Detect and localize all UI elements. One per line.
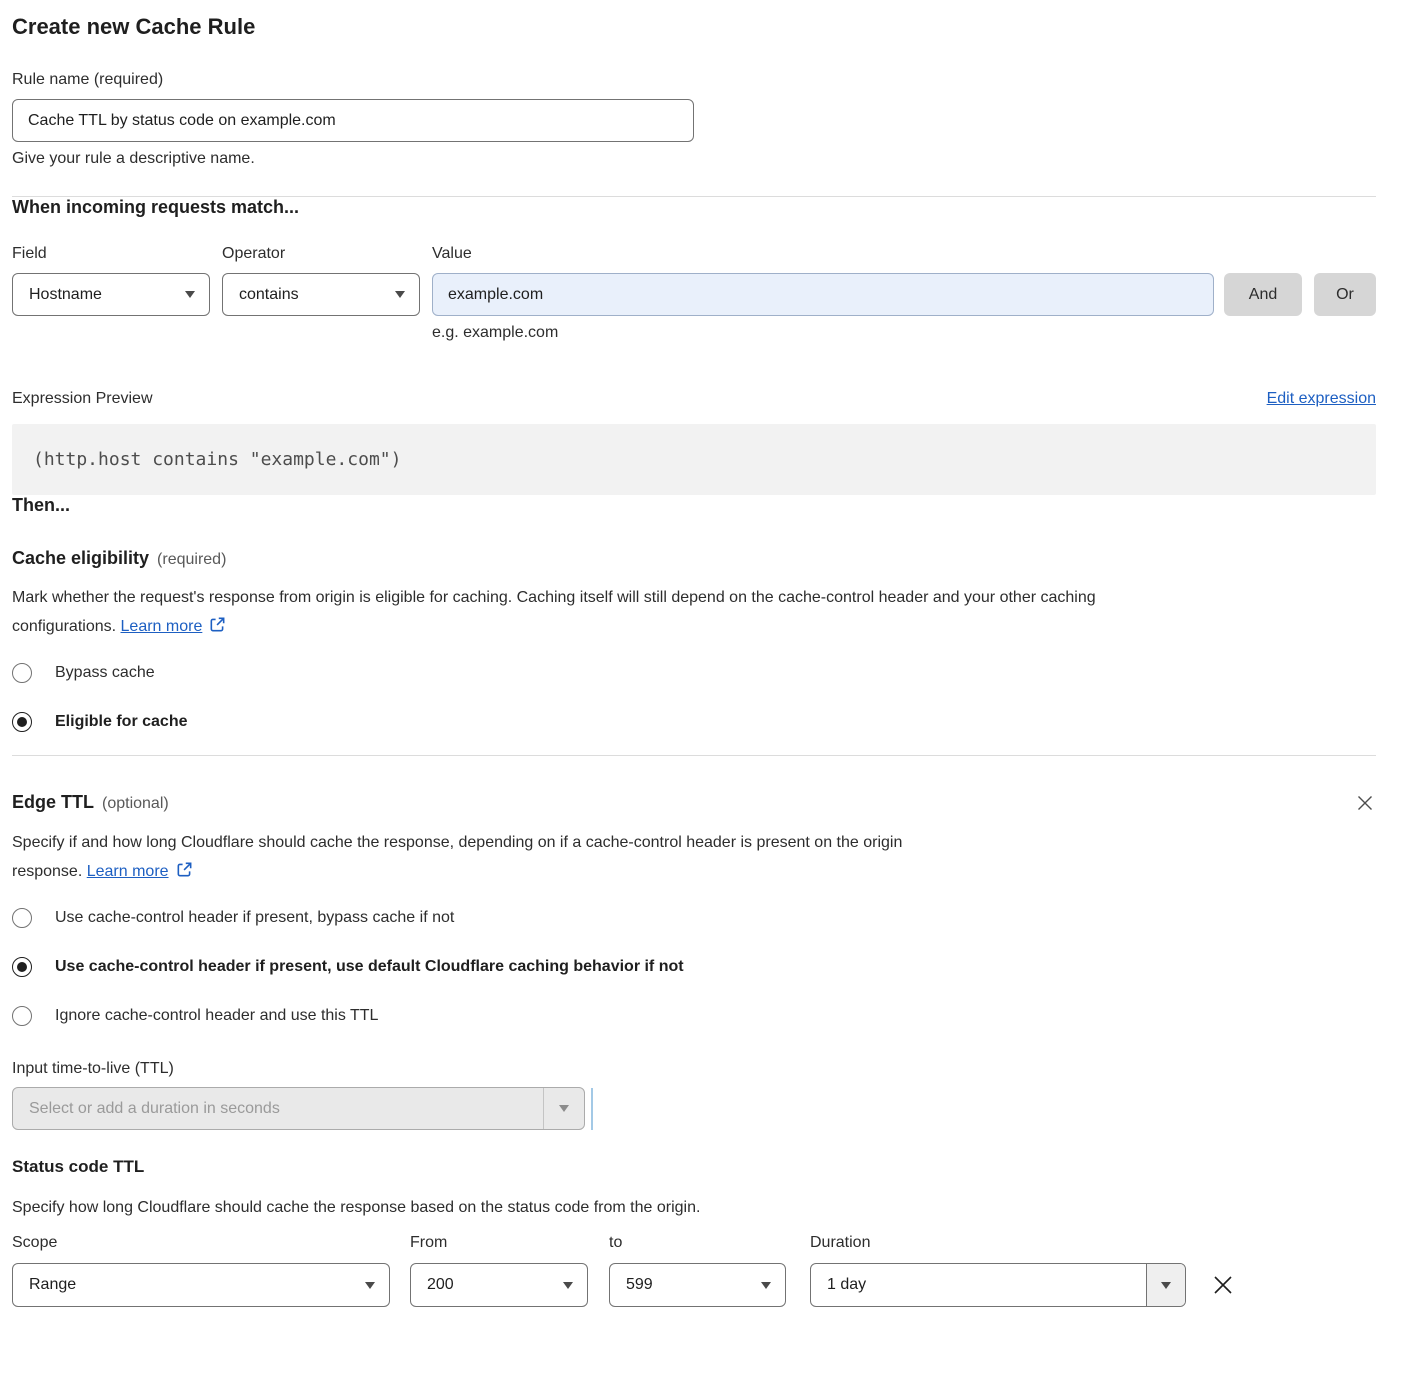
description-line: Specify if and how long Cloudflare shoul… (12, 828, 1376, 857)
duration-column: Duration 1 day (810, 1233, 1186, 1307)
scope-column: Scope Range (12, 1233, 390, 1307)
and-button[interactable]: And (1224, 273, 1302, 316)
external-link-icon (176, 861, 193, 878)
chevron-down-icon (761, 1282, 771, 1289)
radio-label: Bypass cache (55, 664, 155, 682)
radio-icon (12, 663, 32, 683)
text-cursor (591, 1088, 593, 1130)
operator-select-value: contains (239, 286, 299, 304)
from-label: From (410, 1233, 588, 1252)
radio-eligible-for-cache[interactable]: Eligible for cache (12, 712, 1376, 732)
radio-ignore-header[interactable]: Ignore cache-control header and use this… (12, 1006, 1376, 1026)
match-row: Field Hostname Operator contains Value e… (12, 244, 1376, 342)
edit-expression-link[interactable]: Edit expression (1267, 390, 1376, 408)
radio-label: Eligible for cache (55, 713, 187, 731)
ttl-duration-select[interactable]: Select or add a duration in seconds (12, 1087, 585, 1130)
rule-name-group: Rule name (required) Give your rule a de… (12, 70, 1376, 168)
chevron-down-icon (563, 1282, 573, 1289)
close-icon[interactable] (1354, 792, 1376, 814)
rule-name-help: Give your rule a descriptive name. (12, 150, 1376, 168)
rule-name-input[interactable] (12, 99, 694, 142)
scope-label: Scope (12, 1233, 390, 1252)
field-column: Field Hostname (12, 244, 210, 316)
operator-column: Operator contains (222, 244, 420, 316)
expression-preview-header: Expression Preview Edit expression (12, 389, 1376, 408)
divider (12, 755, 1376, 756)
page-title: Create new Cache Rule (12, 14, 1376, 40)
operator-label: Operator (222, 244, 420, 263)
status-code-ttl-description: Specify how long Cloudflare should cache… (12, 1198, 1376, 1217)
from-select-value: 200 (427, 1276, 454, 1294)
cache-eligibility-qualifier: (required) (157, 551, 226, 568)
radio-use-header-default[interactable]: Use cache-control header if present, use… (12, 957, 1376, 977)
scope-select-value: Range (29, 1276, 76, 1294)
chevron-down-icon (185, 291, 195, 298)
from-column: From 200 (410, 1233, 588, 1307)
field-label: Field (12, 244, 210, 263)
radio-icon (12, 712, 32, 732)
expression-code-block: (http.host contains "example.com") (12, 424, 1376, 495)
status-code-ttl-section: Status code TTL Specify how long Cloudfl… (12, 1157, 1376, 1307)
to-select[interactable]: 599 (609, 1263, 786, 1307)
chevron-down-icon (365, 1282, 375, 1289)
radio-bypass-cache[interactable]: Bypass cache (12, 663, 1376, 683)
dropdown-arrow-button[interactable] (1146, 1264, 1185, 1306)
radio-use-header-bypass[interactable]: Use cache-control header if present, byp… (12, 908, 1376, 928)
edge-ttl-title: Edge TTL (12, 792, 94, 812)
from-select[interactable]: 200 (410, 1263, 588, 1307)
to-column: to 599 (609, 1233, 786, 1307)
radio-icon (12, 957, 32, 977)
to-label: to (609, 1233, 786, 1252)
cache-eligibility-title: Cache eligibility (12, 548, 149, 568)
radio-label: Ignore cache-control header and use this… (55, 1007, 378, 1025)
edge-ttl-description: Specify if and how long Cloudflare shoul… (12, 828, 1376, 886)
edge-ttl-qualifier: (optional) (102, 795, 169, 812)
duration-select-value: 1 day (811, 1264, 1146, 1306)
radio-icon (12, 908, 32, 928)
radio-label: Use cache-control header if present, byp… (55, 909, 454, 927)
learn-more-link[interactable]: Learn more (87, 863, 169, 880)
status-code-ttl-title: Status code TTL (12, 1157, 1376, 1177)
edge-ttl-section: Edge TTL (optional) Specify if and how lo… (12, 792, 1376, 1130)
then-heading: Then... (12, 495, 1376, 516)
match-heading: When incoming requests match... (12, 197, 1376, 218)
field-select-value: Hostname (29, 286, 102, 304)
or-button[interactable]: Or (1314, 273, 1376, 316)
cache-eligibility-section: Cache eligibility (required) Mark whether… (12, 548, 1376, 732)
value-column: Value e.g. example.com (432, 244, 1214, 342)
radio-label: Use cache-control header if present, use… (55, 958, 684, 976)
create-cache-rule-form: Create new Cache Rule Rule name (require… (0, 0, 1412, 1307)
value-label: Value (432, 244, 1214, 263)
radio-icon (12, 1006, 32, 1026)
dropdown-arrow-button[interactable] (543, 1088, 584, 1129)
chevron-down-icon (559, 1105, 569, 1112)
ttl-duration-placeholder: Select or add a duration in seconds (13, 1100, 543, 1118)
duration-select[interactable]: 1 day (810, 1263, 1186, 1307)
operator-select[interactable]: contains (222, 273, 420, 316)
external-link-icon (209, 616, 226, 633)
cache-eligibility-description: Mark whether the request's response from… (12, 583, 1376, 641)
ttl-input-wrap: Select or add a duration in seconds (12, 1087, 1376, 1130)
ttl-input-label: Input time-to-live (TTL) (12, 1059, 1376, 1078)
cache-eligibility-header: Cache eligibility (required) (12, 548, 1376, 569)
chevron-down-icon (395, 291, 405, 298)
to-select-value: 599 (626, 1276, 653, 1294)
value-help: e.g. example.com (432, 324, 1214, 342)
edge-ttl-header: Edge TTL (optional) (12, 792, 1376, 814)
scope-select[interactable]: Range (12, 1263, 390, 1307)
expression-preview-label: Expression Preview (12, 389, 153, 408)
expression-code: (http.host contains "example.com") (33, 449, 401, 470)
learn-more-link[interactable]: Learn more (121, 618, 203, 635)
rule-name-label: Rule name (required) (12, 70, 1376, 89)
chevron-down-icon (1161, 1282, 1171, 1289)
duration-label: Duration (810, 1233, 1186, 1252)
remove-row-icon[interactable] (1210, 1272, 1236, 1298)
field-select[interactable]: Hostname (12, 273, 210, 316)
value-input[interactable] (432, 273, 1214, 316)
description-line: Mark whether the request's response from… (12, 583, 1376, 612)
status-code-ttl-row: Scope Range From 200 to 599 (12, 1233, 1376, 1307)
description-line: response. (12, 863, 82, 880)
description-line: configurations. (12, 618, 116, 635)
